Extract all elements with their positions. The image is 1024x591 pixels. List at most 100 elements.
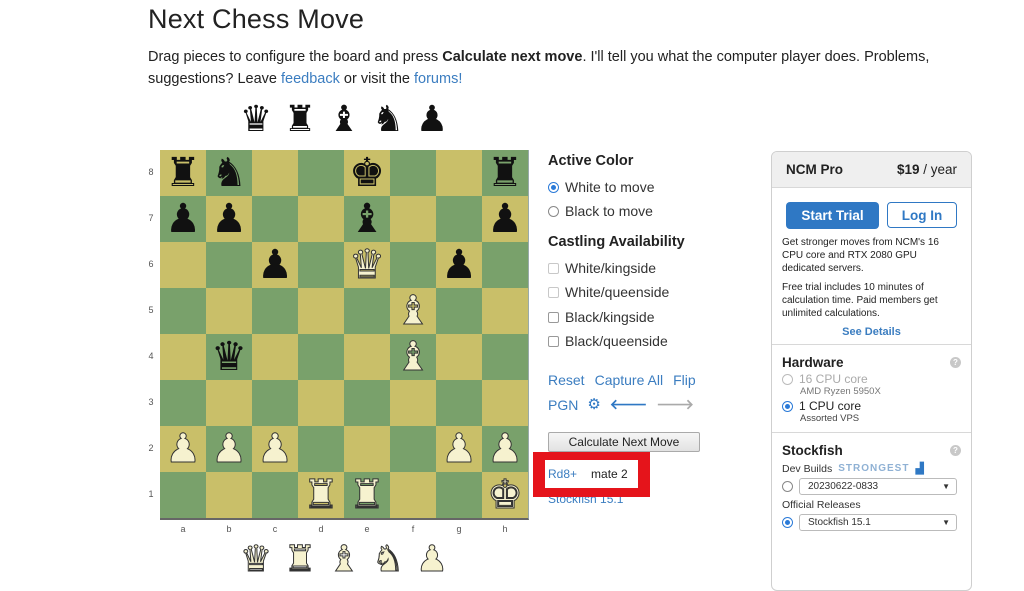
black-queen-icon[interactable]: ♛ bbox=[234, 100, 278, 138]
black-rook-icon[interactable]: ♜ bbox=[165, 150, 201, 196]
gear-icon[interactable]: ⚙ bbox=[587, 397, 600, 412]
square-d4[interactable] bbox=[298, 334, 344, 380]
capture-all-link[interactable]: Capture All bbox=[595, 372, 663, 388]
square-a8[interactable]: ♜ bbox=[160, 150, 206, 196]
bar-chart-icon[interactable]: ▟ bbox=[915, 462, 923, 475]
arrow-right-icon[interactable]: 🡒 bbox=[656, 396, 694, 413]
square-g1[interactable] bbox=[436, 472, 482, 518]
square-b2[interactable]: ♟ bbox=[206, 426, 252, 472]
checkbox[interactable] bbox=[548, 311, 559, 323]
hardware-option-16cpu[interactable]: 16 CPU core bbox=[782, 372, 961, 386]
black-pawn-icon[interactable]: ♟ bbox=[211, 196, 247, 242]
reset-link[interactable]: Reset bbox=[548, 372, 585, 388]
black-pawn-icon[interactable]: ♟ bbox=[165, 196, 201, 242]
black-rook-icon[interactable]: ♜ bbox=[278, 100, 322, 138]
black-bishop-icon[interactable]: ♝ bbox=[322, 100, 366, 138]
hardware-option-1cpu[interactable]: 1 CPU core bbox=[782, 399, 961, 413]
square-c3[interactable] bbox=[252, 380, 298, 426]
square-a4[interactable] bbox=[160, 334, 206, 380]
checkbox[interactable] bbox=[548, 262, 559, 274]
square-e6[interactable]: ♛ bbox=[344, 242, 390, 288]
white-pawn-icon[interactable]: ♟ bbox=[165, 426, 202, 472]
square-g3[interactable] bbox=[436, 380, 482, 426]
square-a1[interactable] bbox=[160, 472, 206, 518]
square-b8[interactable]: ♞ bbox=[206, 150, 252, 196]
log-in-button[interactable]: Log In bbox=[887, 202, 957, 228]
black-queen-icon[interactable]: ♛ bbox=[211, 334, 247, 380]
square-h8[interactable]: ♜ bbox=[482, 150, 528, 196]
square-d5[interactable] bbox=[298, 288, 344, 334]
square-g4[interactable] bbox=[436, 334, 482, 380]
white-pawn-icon[interactable]: ♟ bbox=[487, 426, 524, 472]
white-rook-icon[interactable]: ♜ bbox=[303, 472, 340, 518]
square-e3[interactable] bbox=[344, 380, 390, 426]
square-c6[interactable]: ♟ bbox=[252, 242, 298, 288]
flip-link[interactable]: Flip bbox=[673, 372, 696, 388]
square-b1[interactable] bbox=[206, 472, 252, 518]
dev-build-radio[interactable] bbox=[782, 481, 793, 492]
black-bishop-icon[interactable]: ♝ bbox=[349, 196, 385, 242]
square-c5[interactable] bbox=[252, 288, 298, 334]
square-f7[interactable] bbox=[390, 196, 436, 242]
square-d7[interactable] bbox=[298, 196, 344, 242]
square-b6[interactable] bbox=[206, 242, 252, 288]
white-bishop-icon[interactable]: ♝ bbox=[322, 539, 366, 578]
square-e2[interactable] bbox=[344, 426, 390, 472]
white-bishop-icon[interactable]: ♝ bbox=[395, 288, 432, 334]
feedback-link[interactable]: feedback bbox=[281, 71, 340, 87]
black-knight-icon[interactable]: ♞ bbox=[211, 150, 247, 196]
square-d6[interactable] bbox=[298, 242, 344, 288]
black-pawn-icon[interactable]: ♟ bbox=[441, 242, 477, 288]
black-pawn-icon[interactable]: ♟ bbox=[487, 196, 523, 242]
square-c8[interactable] bbox=[252, 150, 298, 196]
square-a2[interactable]: ♟ bbox=[160, 426, 206, 472]
radio[interactable] bbox=[782, 400, 793, 412]
white-queen-icon[interactable]: ♛ bbox=[349, 242, 386, 288]
square-g8[interactable] bbox=[436, 150, 482, 196]
square-h4[interactable] bbox=[482, 334, 528, 380]
dev-build-select[interactable]: 20230622-0833 ▼ bbox=[799, 478, 957, 495]
forums-link[interactable]: forums! bbox=[414, 71, 462, 87]
square-b3[interactable] bbox=[206, 380, 252, 426]
black-to-move-option[interactable]: Black to move bbox=[548, 203, 653, 219]
chess-board[interactable]: ♜ ♞ ♚ ♜ ♟ ♟ ♝ ♟ ♟ ♛ ♟ ♝ ♛ ♝ ♟ ♟ ♟ ♟ ♟ ♜ ♜ ♚ bbox=[160, 150, 529, 520]
black-rook-icon[interactable]: ♜ bbox=[487, 150, 523, 196]
checkbox[interactable] bbox=[548, 286, 559, 298]
black-knight-icon[interactable]: ♞ bbox=[366, 100, 410, 138]
white-pawn-icon[interactable]: ♟ bbox=[211, 426, 248, 472]
square-h3[interactable] bbox=[482, 380, 528, 426]
official-release-radio[interactable] bbox=[782, 517, 793, 528]
castling-white-queenside[interactable]: White/queenside bbox=[548, 284, 669, 300]
radio[interactable] bbox=[782, 373, 793, 385]
black-pawn-icon[interactable]: ♟ bbox=[410, 100, 454, 138]
help-icon[interactable]: ? bbox=[950, 445, 961, 456]
white-pawn-icon[interactable]: ♟ bbox=[410, 539, 454, 578]
white-knight-icon[interactable]: ♞ bbox=[366, 539, 410, 578]
white-bishop-icon[interactable]: ♝ bbox=[395, 334, 432, 380]
square-g6[interactable]: ♟ bbox=[436, 242, 482, 288]
white-rook-icon[interactable]: ♜ bbox=[278, 539, 322, 578]
white-to-move-radio[interactable] bbox=[548, 181, 559, 193]
calculate-next-move-button[interactable]: Calculate Next Move bbox=[548, 432, 700, 452]
square-a7[interactable]: ♟ bbox=[160, 196, 206, 242]
square-b4[interactable]: ♛ bbox=[206, 334, 252, 380]
square-a6[interactable] bbox=[160, 242, 206, 288]
square-h5[interactable] bbox=[482, 288, 528, 334]
square-c2[interactable]: ♟ bbox=[252, 426, 298, 472]
square-f4[interactable]: ♝ bbox=[390, 334, 436, 380]
official-release-select[interactable]: Stockfish 15.1 ▼ bbox=[799, 514, 957, 531]
square-b7[interactable]: ♟ bbox=[206, 196, 252, 242]
black-king-icon[interactable]: ♚ bbox=[349, 150, 385, 196]
square-h1[interactable]: ♚ bbox=[482, 472, 528, 518]
square-f6[interactable] bbox=[390, 242, 436, 288]
square-h2[interactable]: ♟ bbox=[482, 426, 528, 472]
white-pawn-icon[interactable]: ♟ bbox=[441, 426, 478, 472]
square-h6[interactable] bbox=[482, 242, 528, 288]
square-e4[interactable] bbox=[344, 334, 390, 380]
square-b5[interactable] bbox=[206, 288, 252, 334]
square-g7[interactable] bbox=[436, 196, 482, 242]
white-to-move-option[interactable]: White to move bbox=[548, 179, 654, 195]
pgn-link[interactable]: PGN bbox=[548, 397, 578, 413]
square-g2[interactable]: ♟ bbox=[436, 426, 482, 472]
checkbox[interactable] bbox=[548, 335, 559, 347]
